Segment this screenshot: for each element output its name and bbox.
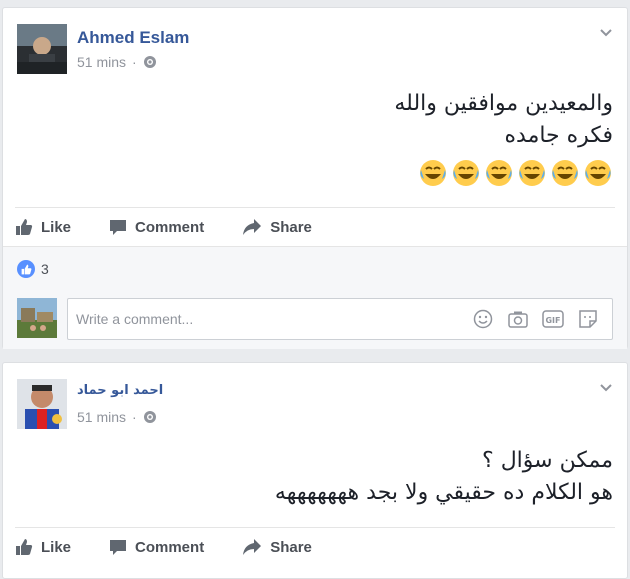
avatar-photo: [17, 379, 67, 429]
action-bar: Like Comment Share: [15, 529, 350, 565]
svg-text:GIF: GIF: [545, 316, 560, 325]
avatar-photo: [17, 24, 67, 74]
share-label: Share: [270, 538, 312, 556]
commenter-avatar-photo: [17, 298, 57, 338]
speech-bubble-icon: [110, 220, 127, 235]
action-bar: Like Comment Share: [15, 209, 350, 245]
author-name[interactable]: احمد ابو حماد: [77, 383, 163, 398]
post-text-line: ممكن سؤال ؟: [482, 448, 613, 473]
comment-label: Comment: [135, 218, 205, 236]
like-label: Like: [41, 218, 72, 236]
comment-button[interactable]: Comment: [109, 538, 204, 556]
reactions-summary[interactable]: 3: [17, 260, 49, 278]
thumbs-up-icon: [16, 539, 33, 555]
avatar[interactable]: [17, 24, 67, 74]
divider: [15, 527, 615, 528]
post-footer: 3 GIF: [3, 246, 627, 349]
post-text-line: فكره جامده: [504, 123, 614, 148]
comment-input-box: GIF: [67, 298, 613, 340]
smiley-icon[interactable]: [472, 308, 494, 330]
laughing-tears-emoji-icon: [552, 160, 578, 186]
like-button[interactable]: Like: [15, 218, 71, 236]
like-reaction-icon: [17, 260, 35, 278]
laughing-tears-emoji-icon: [519, 160, 545, 186]
share-label: Share: [270, 218, 312, 236]
share-button[interactable]: Share: [242, 218, 312, 236]
gif-icon[interactable]: GIF: [542, 308, 564, 330]
post-card-1: Ahmed Eslam 51 mins · والمعيدين موافقين …: [2, 7, 628, 349]
comment-input[interactable]: [68, 310, 472, 328]
commenter-avatar: [17, 298, 57, 338]
author-name[interactable]: Ahmed Eslam: [77, 28, 189, 48]
chevron-down-icon[interactable]: [599, 383, 613, 393]
like-button[interactable]: Like: [15, 538, 71, 556]
post-text-line: والمعيدين موافقين والله: [394, 91, 613, 116]
globe-icon[interactable]: [143, 55, 157, 69]
thumbs-up-icon: [16, 219, 33, 235]
laughing-tears-emoji-icon: [585, 160, 611, 186]
laughing-tears-emoji-icon: [486, 160, 512, 186]
separator: ·: [132, 409, 137, 425]
avatar[interactable]: [17, 379, 67, 429]
share-button[interactable]: Share: [242, 538, 312, 556]
laughing-tears-emoji-icon: [420, 160, 446, 186]
post-text: والمعيدين موافقين والله فكره جامده: [394, 88, 613, 152]
share-arrow-icon: [243, 219, 262, 235]
post-meta: 51 mins ·: [77, 409, 157, 425]
emoji-row: [418, 158, 613, 188]
share-arrow-icon: [243, 539, 262, 555]
post-text: ممكن سؤال ؟ هو الكلام ده حقيقي ولا بجد ه…: [275, 445, 613, 509]
comment-button[interactable]: Comment: [109, 218, 204, 236]
reactions-count: 3: [41, 261, 49, 277]
separator: ·: [132, 54, 137, 70]
comment-label: Comment: [135, 538, 205, 556]
globe-icon[interactable]: [143, 410, 157, 424]
timestamp[interactable]: 51 mins: [77, 54, 126, 70]
timestamp[interactable]: 51 mins: [77, 409, 126, 425]
laughing-tears-emoji-icon: [453, 160, 479, 186]
like-label: Like: [41, 538, 72, 556]
divider: [15, 207, 615, 208]
post-text-line: هو الكلام ده حقيقي ولا بجد هههههههه: [274, 480, 613, 505]
post-meta: 51 mins ·: [77, 54, 157, 70]
camera-icon[interactable]: [507, 308, 529, 330]
post-card-2: احمد ابو حماد 51 mins · ممكن سؤال ؟ هو ا…: [2, 362, 628, 579]
speech-bubble-icon: [110, 540, 127, 555]
sticker-icon[interactable]: [577, 308, 599, 330]
chevron-down-icon[interactable]: [599, 28, 613, 38]
